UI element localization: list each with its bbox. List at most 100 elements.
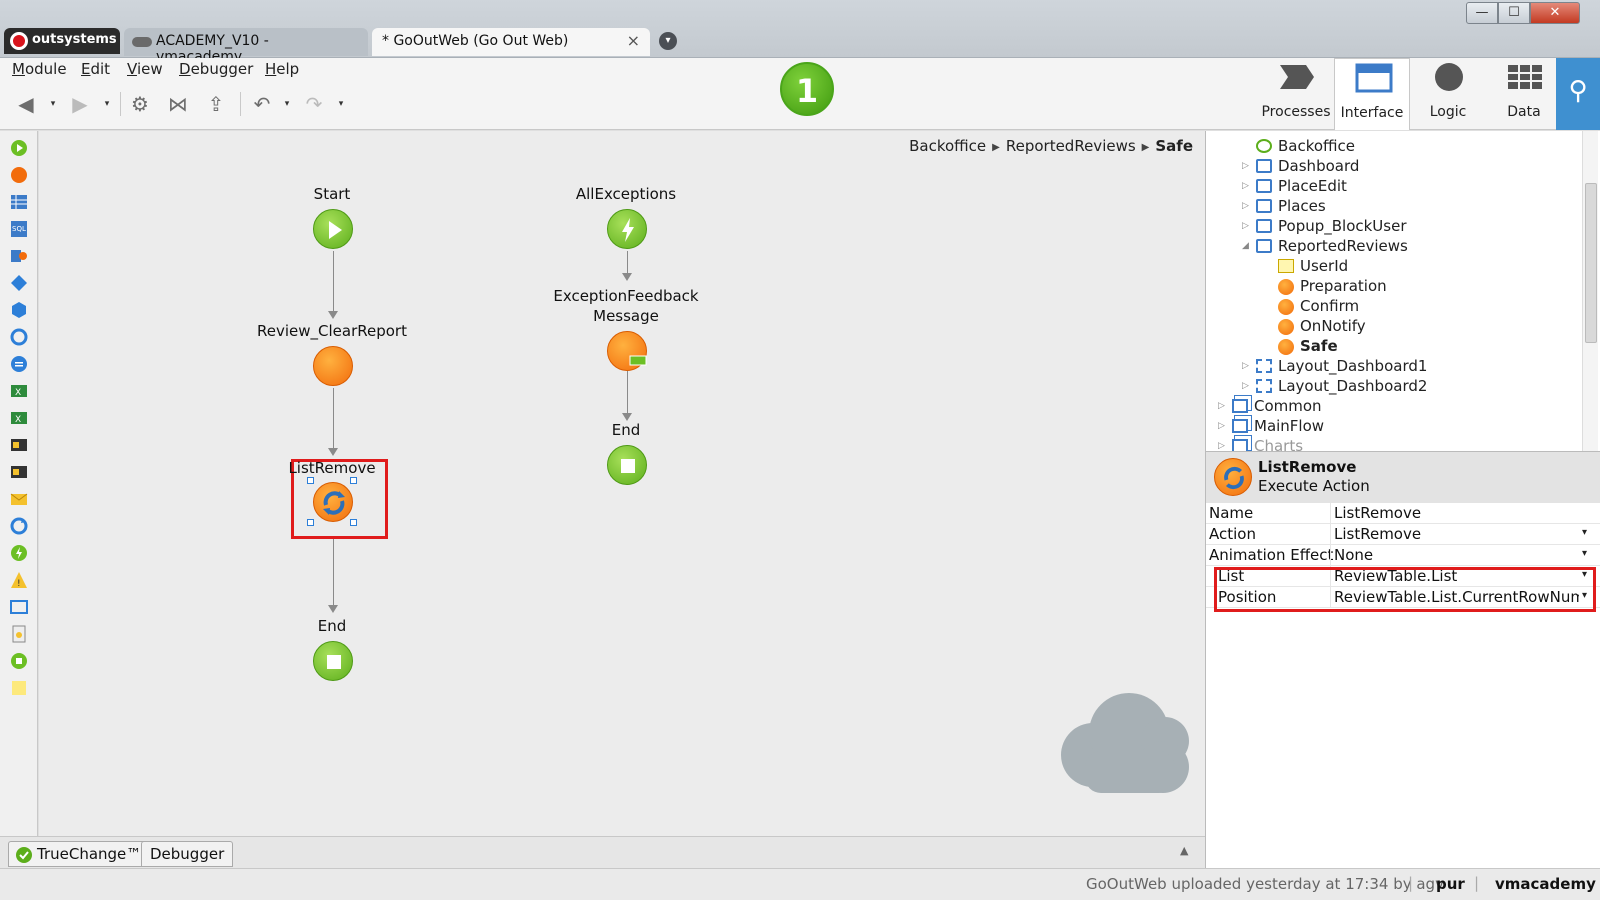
tab-truechange[interactable]: TrueChange™ <box>8 841 151 867</box>
exception-feedback-node[interactable] <box>607 331 647 371</box>
list-remove-node[interactable] <box>313 482 353 522</box>
menu-module[interactable]: Module <box>12 60 67 78</box>
assign-tool-icon[interactable] <box>10 355 28 373</box>
download-file-tool-icon[interactable] <box>10 625 28 643</box>
scrollbar-thumb[interactable] <box>1585 183 1597 343</box>
property-row-animation-effect[interactable]: Animation Effect None ▾ <box>1206 545 1600 566</box>
tree-item[interactable]: ▷ MainFlow <box>1218 417 1324 435</box>
search-icon[interactable]: ⚲ <box>1556 58 1600 130</box>
end-node[interactable] <box>313 641 353 681</box>
tab-interface[interactable]: Interface <box>1334 58 1410 130</box>
tree-item[interactable]: Confirm <box>1278 297 1359 315</box>
back-icon[interactable]: ◀ <box>14 92 38 116</box>
selection-handle[interactable] <box>307 477 314 484</box>
comment-tool-icon[interactable] <box>10 679 28 697</box>
tree-expander-icon[interactable]: ▷ <box>1242 181 1249 191</box>
property-row-action[interactable]: Action ListRemove ▾ <box>1206 524 1600 545</box>
property-value[interactable]: ListRemove <box>1334 504 1579 522</box>
destination-tool-icon[interactable] <box>10 598 28 616</box>
raise-exception-tool-icon[interactable]: ! <box>10 571 28 589</box>
property-value[interactable]: None <box>1334 546 1579 564</box>
back-dropdown-icon[interactable]: ▾ <box>48 92 58 116</box>
breadcrumb-item[interactable]: ReportedReviews <box>1006 137 1136 155</box>
sql-tool-icon[interactable]: SQL <box>10 220 28 238</box>
tree-item[interactable]: Preparation <box>1278 277 1387 295</box>
breadcrumb-item[interactable]: Backoffice <box>909 137 986 155</box>
selection-handle[interactable] <box>350 477 357 484</box>
outsystems-logo[interactable]: outsystems <box>4 28 120 54</box>
switch-tool-icon[interactable] <box>10 301 28 319</box>
tree-expander-icon[interactable]: ▷ <box>1218 421 1225 431</box>
redo-dropdown-icon[interactable]: ▾ <box>336 92 346 116</box>
publish-button[interactable]: 1 <box>780 62 834 116</box>
start-tool-icon[interactable] <box>10 139 28 157</box>
close-tab-icon[interactable]: × <box>627 31 640 50</box>
menu-view[interactable]: View <box>127 60 163 78</box>
tree-item[interactable]: ▷ Dashboard <box>1242 157 1359 175</box>
tab-logic[interactable]: Logic <box>1410 58 1486 130</box>
tree-scrollbar[interactable] <box>1582 131 1598 451</box>
tree-item[interactable]: OnNotify <box>1278 317 1366 335</box>
flow-canvas[interactable]: Backoffice ▶ ReportedReviews ▶ Safe Start Re… <box>39 131 1205 836</box>
property-value[interactable]: ListRemove <box>1334 525 1579 543</box>
menu-help[interactable]: Help <box>265 60 299 78</box>
javascript-tool-icon[interactable] <box>10 436 28 454</box>
tree-item[interactable]: ▷ Common <box>1218 397 1322 415</box>
forward-dropdown-icon[interactable]: ▾ <box>102 92 112 116</box>
start-node[interactable] <box>313 209 353 249</box>
run-server-action-tool-icon[interactable] <box>10 166 28 184</box>
for-each-tool-icon[interactable] <box>10 328 28 346</box>
tab-processes[interactable]: Processes <box>1258 58 1334 130</box>
minimize-button[interactable]: — <box>1466 2 1498 24</box>
undo-dropdown-icon[interactable]: ▾ <box>282 92 292 116</box>
merge-icon[interactable]: ⋈ <box>166 92 190 116</box>
dropdown-arrow-icon[interactable]: ▾ <box>1582 527 1587 538</box>
tab-environment[interactable]: ACADEMY_V10 - vmacademy <box>124 28 368 65</box>
if-tool-icon[interactable] <box>10 274 28 292</box>
tab-module[interactable]: * GoOutWeb (Go Out Web) × <box>372 28 650 56</box>
menu-edit[interactable]: Edit <box>81 60 110 78</box>
close-window-button[interactable]: ✕ <box>1530 2 1580 24</box>
maximize-button[interactable]: ☐ <box>1498 2 1530 24</box>
dropdown-arrow-icon[interactable]: ▾ <box>1582 548 1587 559</box>
tab-data[interactable]: Data <box>1486 58 1562 130</box>
download-tool-icon[interactable] <box>10 463 28 481</box>
tree-expander-icon[interactable]: ▷ <box>1242 201 1249 211</box>
redo-icon[interactable]: ↷ <box>302 92 326 116</box>
tree-expander-icon[interactable]: ▷ <box>1218 401 1225 411</box>
exception-handler-tool-icon[interactable] <box>10 544 28 562</box>
excel-to-record-list-tool-icon[interactable]: X <box>10 409 28 427</box>
tree-item[interactable]: ▷ Popup_BlockUser <box>1242 217 1407 235</box>
send-email-tool-icon[interactable] <box>10 490 28 508</box>
tree-expander-icon[interactable]: ▷ <box>1242 381 1249 391</box>
record-list-to-excel-tool-icon[interactable]: X <box>10 382 28 400</box>
refresh-data-tool-icon[interactable] <box>10 247 28 265</box>
expand-panel-icon[interactable]: ▲ <box>1180 844 1188 857</box>
forward-icon[interactable]: ▶ <box>68 92 92 116</box>
exception-handler-node[interactable] <box>607 209 647 249</box>
execute-action-tool-icon[interactable] <box>10 517 28 535</box>
property-row-name[interactable]: Name ListRemove <box>1206 503 1600 524</box>
tree-item[interactable]: ▷ Places <box>1242 197 1326 215</box>
tab-list-button[interactable]: ▾ <box>659 32 677 50</box>
gear-icon[interactable]: ⚙ <box>128 92 152 116</box>
tree-expander-icon[interactable]: ▷ <box>1242 161 1249 171</box>
tree-expander-icon[interactable]: ▷ <box>1242 361 1249 371</box>
tree-item[interactable]: UserId <box>1278 257 1348 275</box>
selection-handle[interactable] <box>350 519 357 526</box>
menu-debugger[interactable]: Debugger <box>179 60 253 78</box>
tree-item[interactable]: ▷ Layout_Dashboard1 <box>1242 357 1427 375</box>
aggregate-tool-icon[interactable] <box>10 193 28 211</box>
tab-debugger[interactable]: Debugger <box>141 841 234 867</box>
tree-item[interactable]: ▷ PlaceEdit <box>1242 177 1347 195</box>
tree-item[interactable]: Backoffice <box>1256 137 1355 155</box>
review-clear-node[interactable] <box>313 346 353 386</box>
selection-handle[interactable] <box>307 519 314 526</box>
tree-item[interactable]: Safe <box>1278 337 1338 355</box>
tree-expander-icon[interactable]: ▷ <box>1242 221 1249 231</box>
compare-icon[interactable]: ⇪ <box>204 92 228 116</box>
tree-expander-icon[interactable]: ◢ <box>1242 241 1249 251</box>
exception-end-node[interactable] <box>607 445 647 485</box>
tree-expander-icon[interactable]: ▷ <box>1218 441 1225 451</box>
undo-icon[interactable]: ↶ <box>250 92 274 116</box>
